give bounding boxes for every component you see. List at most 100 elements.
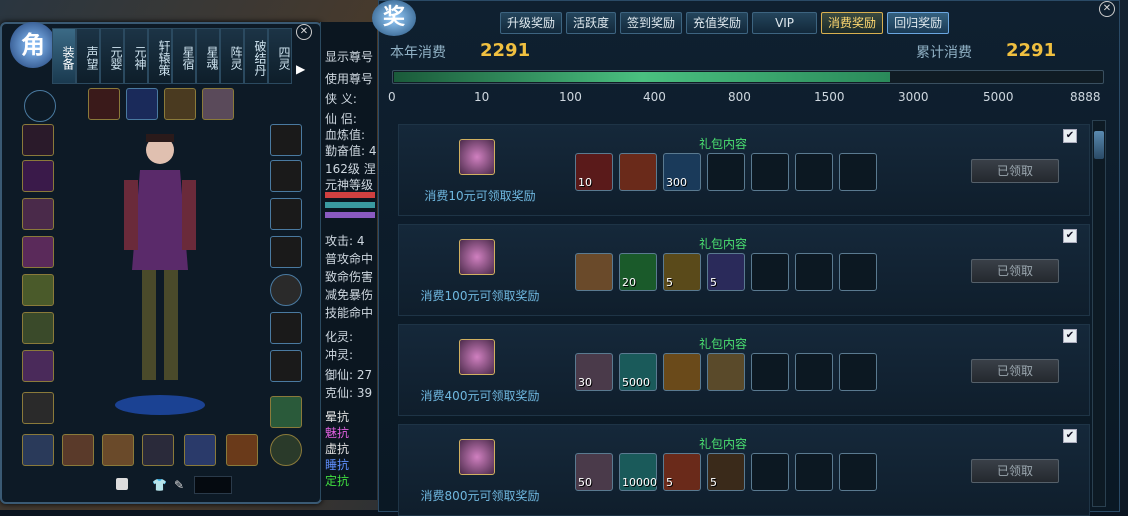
reward-item-icon[interactable]: 50 xyxy=(575,453,613,491)
tabs-next-arrow-icon[interactable]: ▶ xyxy=(296,62,305,76)
gift-box-icon[interactable] xyxy=(459,239,495,275)
equip-slot-4[interactable] xyxy=(22,236,54,268)
equip-slot-3[interactable] xyxy=(22,198,54,230)
tab-consume-reward[interactable]: 消费奖励 xyxy=(821,12,884,34)
tab-xingxiu[interactable]: 星宿 xyxy=(172,28,196,84)
tab-equipment[interactable]: 装备 xyxy=(52,28,76,84)
reward-item-icon[interactable]: 20 xyxy=(619,253,657,291)
tick-label: 10 xyxy=(474,90,490,104)
tab-yuanying[interactable]: 元婴 xyxy=(100,28,124,84)
claimed-button[interactable]: 已领取 xyxy=(971,259,1059,283)
tab-xinghun[interactable]: 星魂 xyxy=(196,28,220,84)
consume-progress-fill xyxy=(394,72,890,82)
stat-crit-reduce: 减免暴伤 xyxy=(325,288,374,302)
equip-slot-pet[interactable] xyxy=(202,88,234,120)
reward-item-icon[interactable] xyxy=(663,353,701,391)
reward-item-icon[interactable] xyxy=(619,153,657,191)
reward-item-icon[interactable]: 5 xyxy=(663,453,701,491)
tab-yuanshen[interactable]: 元神 xyxy=(124,28,148,84)
equip-slot-r4[interactable] xyxy=(270,236,302,268)
reward-item-icon[interactable]: 10 xyxy=(575,153,613,191)
claimed-button[interactable]: 已领取 xyxy=(971,359,1059,383)
toggle-display-icon[interactable] xyxy=(116,478,128,490)
reward-item-icon[interactable]: 5000 xyxy=(619,353,657,391)
name-field[interactable] xyxy=(194,476,232,494)
tick-label: 800 xyxy=(728,90,751,104)
reward-condition: 消费800元可领取奖励 xyxy=(420,489,540,503)
reward-list-scrollbar[interactable] xyxy=(1092,120,1106,507)
reward-item-icon[interactable]: 300 xyxy=(663,153,701,191)
equip-slot-r8[interactable] xyxy=(270,396,302,428)
claimed-button[interactable]: 已领取 xyxy=(971,459,1059,483)
reward-item-icon[interactable]: 5 xyxy=(663,253,701,291)
equip-slot-8[interactable] xyxy=(22,392,54,424)
equip-slot-b6[interactable] xyxy=(226,434,258,466)
equip-slot-r3[interactable] xyxy=(270,198,302,230)
tab-vip[interactable]: VIP xyxy=(752,12,818,34)
reward-item-icon[interactable] xyxy=(575,253,613,291)
claimed-button[interactable]: 已领取 xyxy=(971,159,1059,183)
tab-level-reward[interactable]: 升级奖励 xyxy=(500,12,563,34)
checkbox[interactable]: ✔ xyxy=(1063,429,1077,443)
equip-slot-7[interactable] xyxy=(22,350,54,382)
stat-yuxian: 御仙: 27 xyxy=(325,368,373,382)
gift-box-icon[interactable] xyxy=(459,139,495,175)
checkbox[interactable]: ✔ xyxy=(1063,229,1077,243)
checkbox[interactable]: ✔ xyxy=(1063,329,1077,343)
equip-slot-r5[interactable] xyxy=(270,274,302,306)
stat-show-title: 显示尊号 xyxy=(325,50,374,64)
gift-contents-title: 礼包内容 xyxy=(699,437,748,451)
equip-slot-b3[interactable] xyxy=(102,434,134,466)
stat-use-title: 使用尊号 xyxy=(325,72,374,86)
checkbox[interactable]: ✔ xyxy=(1063,129,1077,143)
equip-slot-orb[interactable] xyxy=(24,90,56,122)
reward-tabs: 升级奖励 活跃度 签到奖励 充值奖励 VIP 消费奖励 回归奖励 xyxy=(500,12,950,34)
reward-row: 消费10元可领取奖励 礼包内容 10 300 已领取 ✔ xyxy=(398,124,1090,216)
equip-slot-2[interactable] xyxy=(22,160,54,192)
tab-xuanyuance[interactable]: 轩辕策 xyxy=(148,28,172,84)
tab-return-reward[interactable]: 回归奖励 xyxy=(887,12,950,34)
mp-bar xyxy=(325,202,375,208)
equip-slot-b1[interactable] xyxy=(22,434,54,466)
gift-box-icon[interactable] xyxy=(459,439,495,475)
reward-condition: 消费100元可领取奖励 xyxy=(420,289,540,303)
tick-label: 8888 xyxy=(1070,90,1101,104)
tab-zhenling[interactable]: 阵灵 xyxy=(220,28,244,84)
close-reward-window-button[interactable]: ✕ xyxy=(1099,1,1115,17)
tab-pojiedan[interactable]: 破结丹 xyxy=(244,28,268,84)
shirt-icon[interactable]: 👕 xyxy=(152,478,167,492)
reward-item-icon[interactable]: 10000 xyxy=(619,453,657,491)
tab-reputation[interactable]: 声望 xyxy=(76,28,100,84)
equip-slot-r6[interactable] xyxy=(270,312,302,344)
stat-kexian: 克仙: 39 xyxy=(325,386,373,400)
scrollbar-thumb[interactable] xyxy=(1094,131,1104,159)
stat-xiayi: 侠 义: xyxy=(325,92,357,106)
reward-item-icon[interactable]: 5 xyxy=(707,453,745,491)
reward-item-icon[interactable]: 5 xyxy=(707,253,745,291)
equip-slot-r7[interactable] xyxy=(270,350,302,382)
close-character-panel-button[interactable]: ✕ xyxy=(296,24,312,40)
tab-siling[interactable]: 四灵 xyxy=(268,28,292,84)
equip-slot-scroll[interactable] xyxy=(164,88,196,120)
stat-fixed-resist: 定抗 xyxy=(325,474,350,488)
equip-slot-b4[interactable] xyxy=(142,434,174,466)
tab-activity[interactable]: 活跃度 xyxy=(566,12,617,34)
tab-recharge-reward[interactable]: 充值奖励 xyxy=(686,12,749,34)
tab-signin-reward[interactable]: 签到奖励 xyxy=(620,12,683,34)
equip-slot-weapon[interactable] xyxy=(88,88,120,120)
reward-item-icon[interactable] xyxy=(707,353,745,391)
stat-crit-dmg: 致命伤害 xyxy=(325,270,374,284)
equip-slot-1[interactable] xyxy=(22,124,54,156)
equip-slot-r9[interactable] xyxy=(270,434,302,466)
equip-slot-b5[interactable] xyxy=(184,434,216,466)
equip-slot-5[interactable] xyxy=(22,274,54,306)
equip-slot-r1[interactable] xyxy=(270,124,302,156)
equip-slot-r2[interactable] xyxy=(270,160,302,192)
gift-box-icon[interactable] xyxy=(459,339,495,375)
equip-slot-6[interactable] xyxy=(22,312,54,344)
reward-item-icon[interactable]: 30 xyxy=(575,353,613,391)
equip-slot-amulet[interactable] xyxy=(126,88,158,120)
tool-icon[interactable]: ✎ xyxy=(174,478,184,492)
character-model xyxy=(115,134,205,415)
equip-slot-b2[interactable] xyxy=(62,434,94,466)
